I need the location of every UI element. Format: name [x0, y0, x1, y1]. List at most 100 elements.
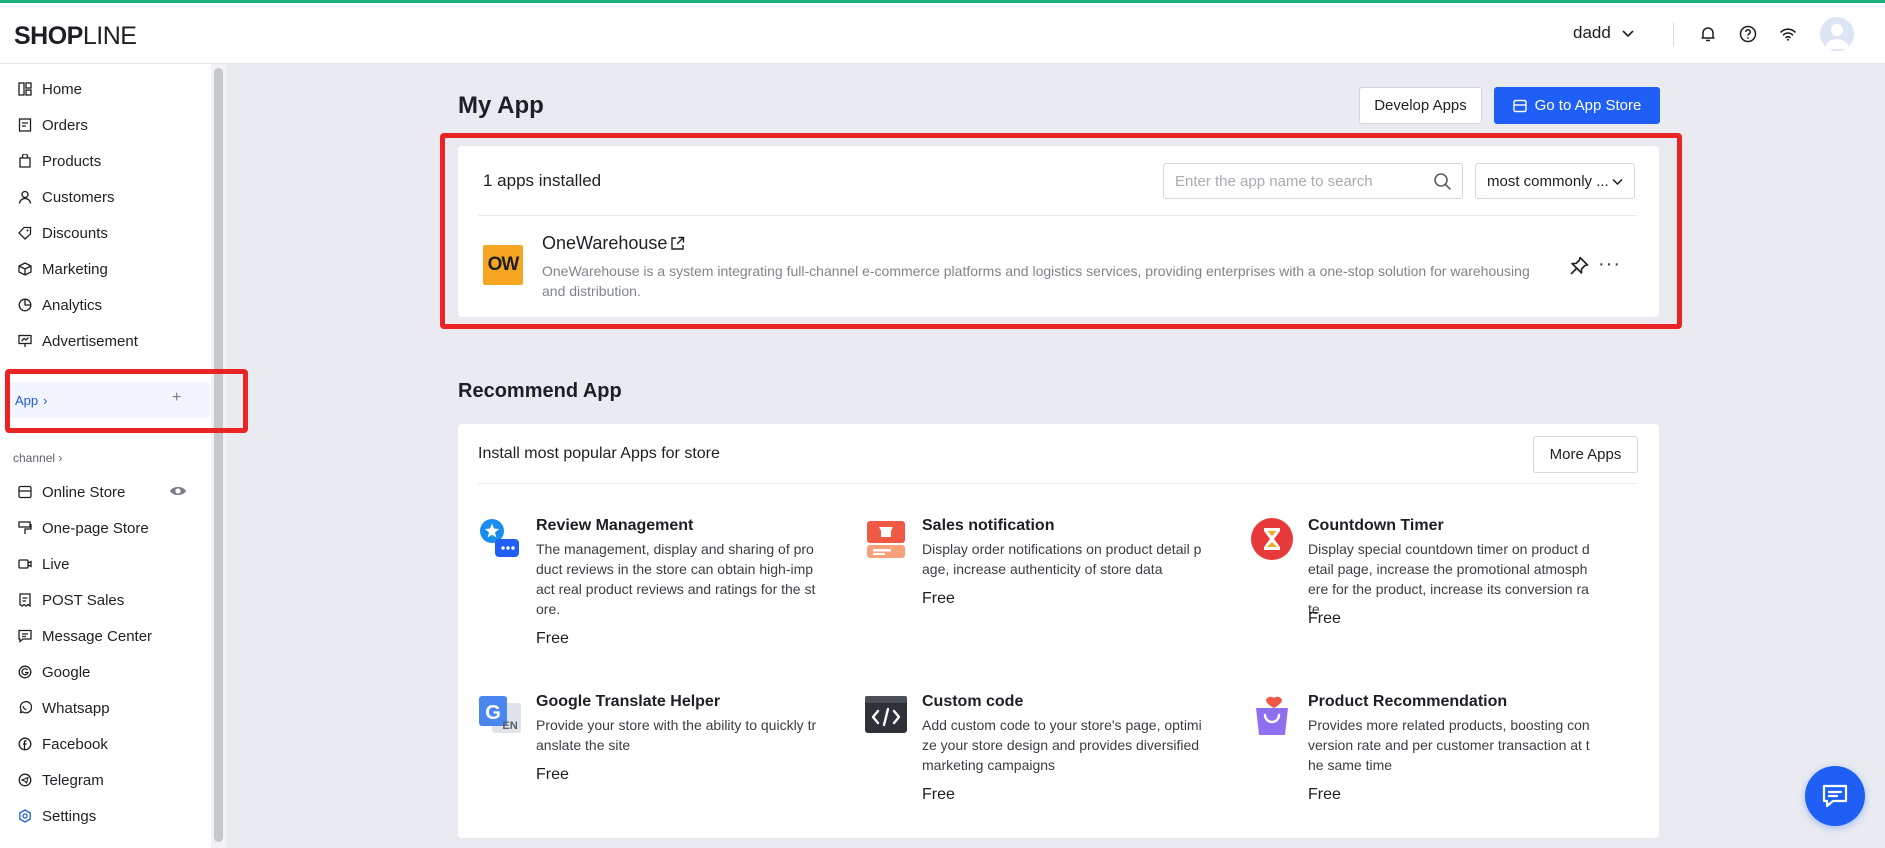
chat-icon	[1822, 784, 1848, 808]
add-app-button[interactable]: +	[172, 389, 181, 407]
more-apps-button[interactable]: More Apps	[1533, 436, 1638, 473]
develop-apps-button[interactable]: Develop Apps	[1359, 87, 1482, 124]
recommend-item-title: Review Management	[536, 517, 694, 534]
recommend-item-review-management[interactable]: Review Management The management, displa…	[478, 517, 818, 657]
bell-icon[interactable]	[1697, 23, 1719, 45]
sidebar-item-label: Telegram	[42, 771, 104, 789]
sidebar-item-facebook[interactable]: Facebook	[0, 728, 210, 760]
sales-notification-icon	[864, 517, 908, 561]
svg-text:G: G	[485, 702, 501, 724]
more-options-icon[interactable]: ···	[1598, 253, 1621, 276]
recommend-item-title: Custom code	[922, 693, 1024, 710]
sidebar-item-whatsapp[interactable]: Whatsapp	[0, 692, 210, 724]
orders-icon	[17, 117, 33, 133]
app-description: OneWarehouse is a system integrating ful…	[542, 263, 1530, 299]
sidebar-item-label: POST Sales	[42, 591, 125, 609]
card-divider	[478, 215, 1637, 216]
sidebar-item-marketing[interactable]: Marketing	[0, 253, 210, 285]
app-name: OneWarehouse	[542, 233, 668, 253]
chevron-right-icon: ›	[43, 392, 48, 408]
recommend-item-google-translate-helper[interactable]: G EN Google Translate Helper Provide your…	[478, 693, 818, 793]
installed-count: 1 apps installed	[483, 171, 602, 190]
avatar[interactable]	[1820, 17, 1854, 51]
recommend-item-sales-notification[interactable]: Sales notification Display order notific…	[864, 517, 1204, 617]
google-translate-icon: G EN	[478, 693, 522, 737]
recommend-item-description: Display special countdown timer on produ…	[1308, 541, 1590, 617]
help-icon[interactable]	[1737, 23, 1759, 45]
recommend-item-product-recommendation[interactable]: Product Recommendation Provides more rel…	[1250, 693, 1590, 813]
chat-support-button[interactable]	[1805, 766, 1865, 826]
sidebar-item-one-page-store[interactable]: One-page Store	[0, 512, 210, 544]
recommend-item-price: Free	[1308, 610, 1341, 627]
customers-icon	[17, 189, 33, 205]
settings-icon	[17, 808, 33, 824]
sidebar-item-label: Live	[42, 555, 70, 573]
channel-section-label[interactable]: channel ›	[13, 451, 62, 465]
recommend-item-price: Free	[536, 630, 569, 647]
shopping-bag-icon	[1250, 693, 1294, 737]
marketing-icon	[17, 261, 33, 277]
sidebar-item-products[interactable]: Products	[0, 145, 210, 177]
recommend-item-custom-code[interactable]: Custom code Add custom code to your stor…	[864, 693, 1204, 813]
search-input[interactable]	[1164, 164, 1414, 198]
sidebar-item-label: One-page Store	[42, 519, 149, 537]
eye-icon[interactable]	[169, 484, 187, 503]
sidebar-item-home[interactable]: Home	[0, 73, 210, 105]
sidebar-item-telegram[interactable]: Telegram	[0, 764, 210, 796]
sidebar-item-label: Google	[42, 663, 91, 681]
pin-icon[interactable]	[1568, 255, 1590, 282]
recommend-item-price: Free	[922, 786, 955, 803]
recommend-item-title: Google Translate Helper	[536, 693, 721, 710]
wifi-icon[interactable]	[1777, 23, 1799, 45]
store-switcher[interactable]: dadd	[1573, 23, 1635, 43]
sidebar-item-customers[interactable]: Customers	[0, 181, 210, 213]
sidebar-item-live[interactable]: Live	[0, 548, 210, 580]
sort-select[interactable]: most commonly ...	[1475, 163, 1635, 199]
telegram-icon	[17, 772, 33, 788]
recommend-item-title: Sales notification	[922, 517, 1055, 534]
recommend-header: Install most popular Apps for store	[478, 445, 720, 462]
advertisement-icon	[17, 333, 33, 349]
code-icon	[864, 693, 908, 737]
recommend-item-price: Free	[1308, 786, 1341, 803]
sidebar-item-message-center[interactable]: Message Center	[0, 620, 210, 652]
recommend-item-price: Free	[536, 766, 569, 783]
recommend-item-description: Display order notifications on product d…	[922, 541, 1202, 577]
sidebar-item-label: Settings	[42, 807, 97, 825]
recommend-item-description: Add custom code to your store's page, op…	[922, 717, 1202, 773]
store-name: dadd	[1573, 23, 1611, 42]
sidebar-item-label: Marketing	[42, 260, 108, 278]
sidebar-item-discounts[interactable]: Discounts	[0, 217, 210, 249]
sidebar-item-label: Home	[42, 80, 83, 98]
svg-text:EN: EN	[502, 720, 517, 732]
shopline-logo[interactable]: SHOPLINE	[14, 22, 137, 51]
sidebar-item-advertisement[interactable]: Advertisement	[0, 325, 210, 357]
recommend-item-title: Product Recommendation	[1308, 693, 1508, 710]
search-icon[interactable]	[1433, 172, 1452, 196]
sidebar-item-settings[interactable]: Settings	[0, 800, 210, 832]
whatsapp-icon	[17, 700, 33, 716]
sidebar-item-label: Whatsapp	[42, 699, 110, 717]
sidebar-item-post-sales[interactable]: POST Sales	[0, 584, 210, 616]
sidebar-scrollbar-thumb[interactable]	[214, 68, 223, 842]
sidebar-item-orders[interactable]: Orders	[0, 109, 210, 141]
app-name-link[interactable]: OneWarehouse	[542, 233, 686, 254]
products-icon	[17, 153, 33, 169]
app-section-label: App	[15, 392, 39, 408]
store-icon	[1512, 99, 1527, 112]
sidebar-item-google[interactable]: Google	[0, 656, 210, 688]
recommend-item-price: Free	[922, 590, 955, 607]
recommend-item-countdown-timer[interactable]: Countdown Timer Display special countdow…	[1250, 517, 1590, 637]
recommend-title: Recommend App	[458, 380, 622, 402]
go-to-app-store-button[interactable]: Go to App Store	[1494, 87, 1660, 124]
sidebar-item-label: Discounts	[42, 224, 108, 242]
sidebar-item-label: Message Center	[42, 627, 153, 645]
recommend-item-description: The management, display and sharing of p…	[536, 541, 816, 617]
recommend-item-title: Countdown Timer	[1308, 517, 1444, 534]
sidebar-item-label: Online Store	[42, 483, 126, 501]
message-center-icon	[17, 628, 33, 644]
app-search-box	[1163, 163, 1463, 199]
sidebar-item-label: Orders	[42, 116, 88, 134]
sidebar-item-analytics[interactable]: Analytics	[0, 289, 210, 321]
onewarehouse-logo: OW	[483, 245, 523, 285]
